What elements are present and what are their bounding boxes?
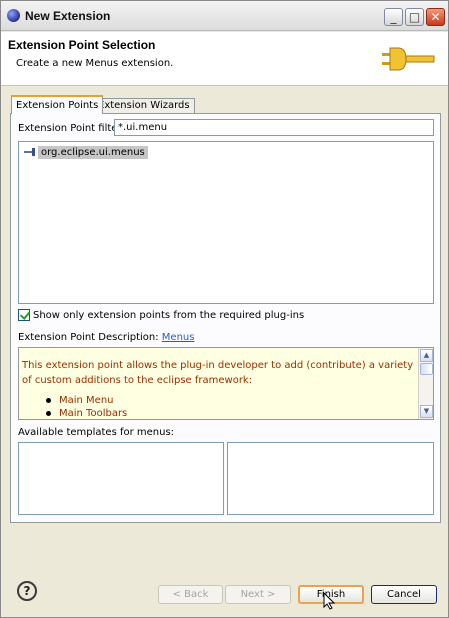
template-description-pane — [227, 442, 434, 515]
back-button[interactable]: < Back — [158, 585, 223, 604]
next-button[interactable]: Next > — [225, 585, 291, 604]
required-plugins-label: Show only extension points from the requ… — [33, 309, 305, 321]
required-plugins-option[interactable]: Show only extension points from the requ… — [18, 309, 304, 321]
wizard-header: Extension Point Selection Create a new M… — [1, 32, 448, 86]
tab-extension-wizards[interactable]: Extension Wizards — [93, 98, 195, 113]
tree-item-label: org.eclipse.ui.menus — [38, 145, 148, 159]
scroll-up-icon[interactable]: ▲ — [420, 349, 433, 362]
plug-icon — [382, 47, 435, 71]
description-label: Extension Point Description: — [18, 332, 159, 343]
scroll-down-icon[interactable]: ▼ — [420, 405, 433, 418]
menus-link[interactable]: Menus — [162, 332, 195, 343]
extension-point-filter-input[interactable] — [114, 119, 434, 136]
title-bar[interactable]: New Extension _ □ ✕ — [1, 1, 448, 31]
description-box[interactable]: This extension point allows the plug-in … — [18, 347, 434, 420]
bullet-item: Main Menu — [45, 394, 127, 407]
filter-label: Extension Point filter: — [18, 123, 125, 134]
description-bullets: Main Menu Main Toolbars — [45, 394, 127, 419]
scroll-thumb[interactable] — [420, 363, 433, 375]
help-icon[interactable]: ? — [17, 581, 37, 601]
tab-extension-points[interactable]: Extension Points — [11, 95, 104, 114]
tree-item-org-eclipse-ui-menus[interactable]: org.eclipse.ui.menus — [24, 145, 148, 159]
extension-point-tree[interactable]: org.eclipse.ui.menus — [18, 141, 434, 304]
maximize-button[interactable]: □ — [405, 8, 424, 26]
page-title: Extension Point Selection — [8, 38, 156, 52]
minimize-button[interactable]: _ — [384, 8, 403, 26]
window-title: New Extension — [25, 9, 111, 23]
mouse-pointer-icon — [323, 592, 335, 610]
templates-list[interactable] — [18, 442, 224, 515]
eclipse-icon — [7, 9, 20, 22]
templates-label: Available templates for menus: — [18, 427, 175, 438]
extension-point-icon — [24, 148, 35, 156]
page-description: Create a new Menus extension. — [16, 58, 174, 69]
description-scrollbar[interactable]: ▲ ▼ — [418, 348, 433, 419]
cancel-button[interactable]: Cancel — [371, 585, 437, 604]
description-text: This extension point allows the plug-in … — [22, 360, 414, 386]
description-heading: Extension Point Description: Menus — [18, 332, 194, 343]
bullet-item: Main Toolbars — [45, 407, 127, 419]
close-button[interactable]: ✕ — [426, 8, 445, 26]
required-plugins-checkbox[interactable] — [18, 309, 30, 321]
new-extension-dialog: New Extension _ □ ✕ Extension Point Sele… — [0, 0, 449, 618]
